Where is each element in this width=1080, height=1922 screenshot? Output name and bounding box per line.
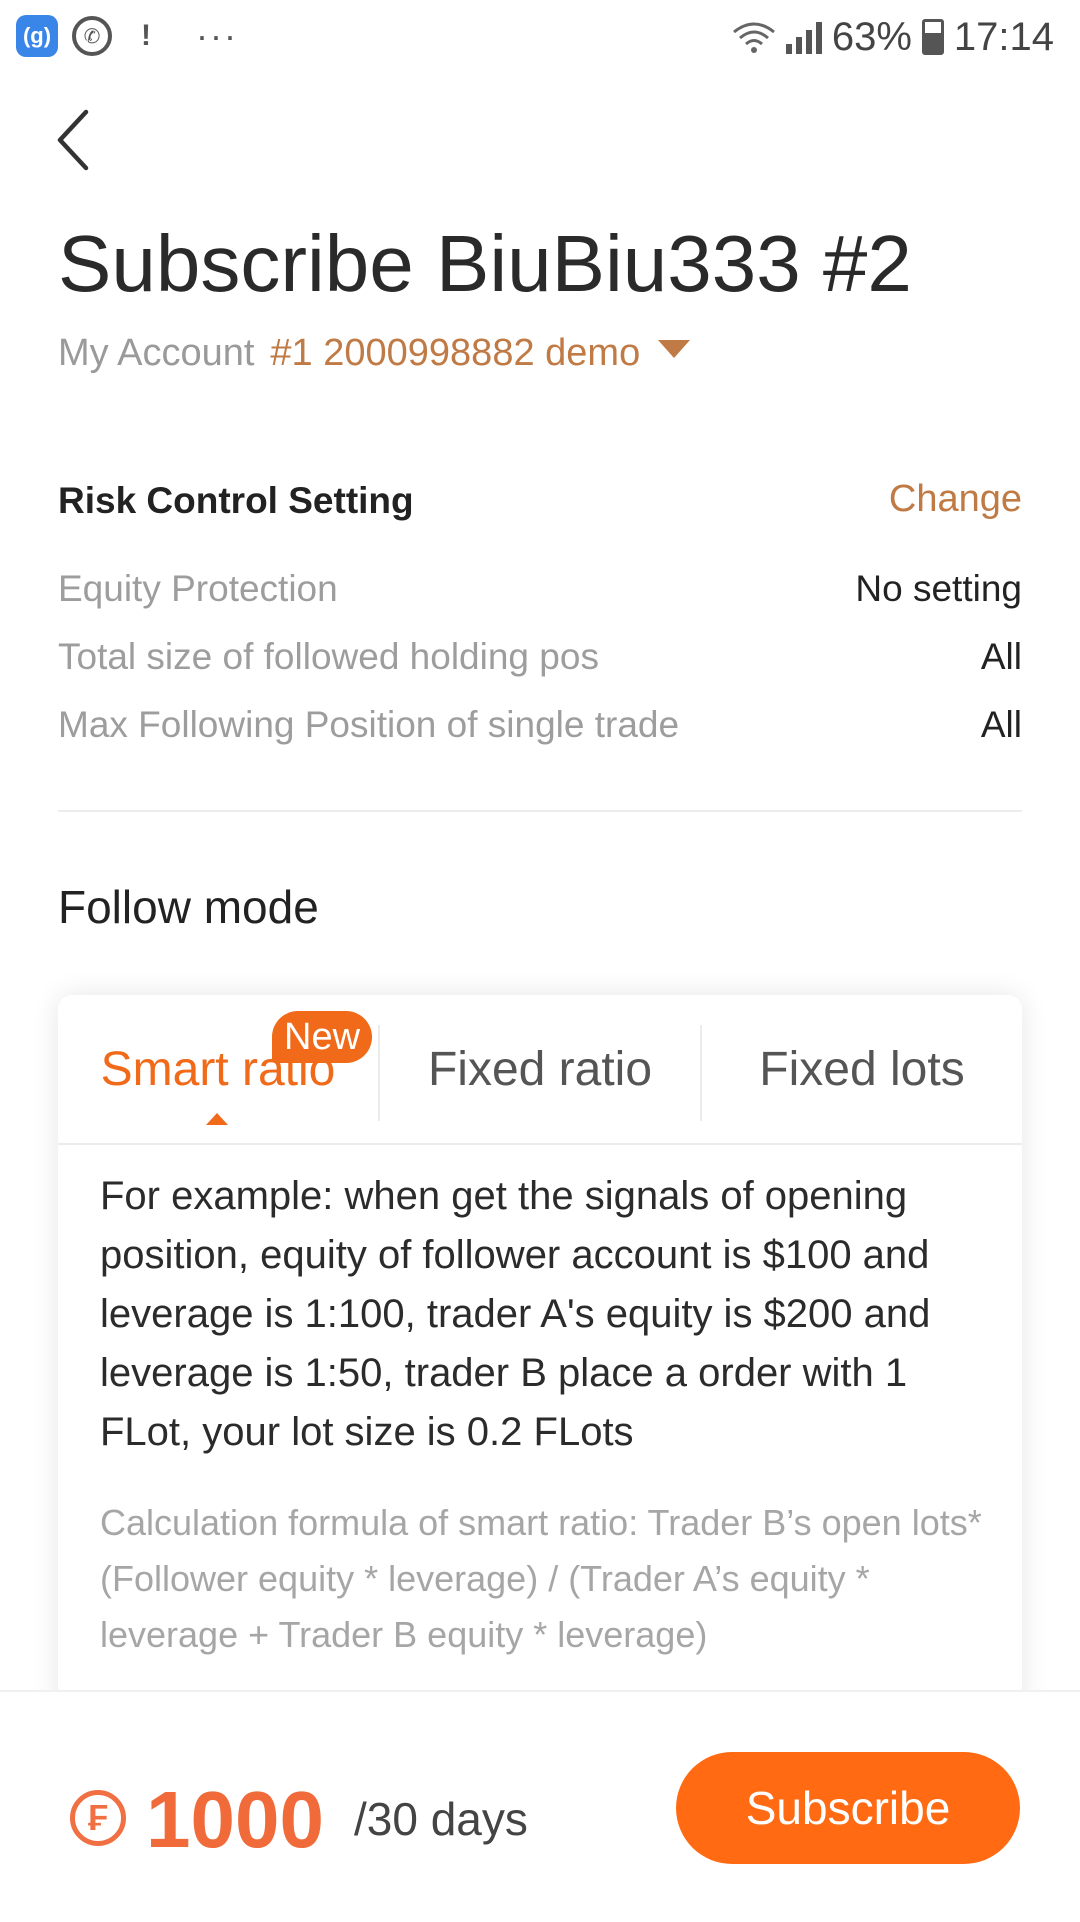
risk-row-max-following: Max Following Position of single trade A… [58,704,1022,746]
signal-icon [785,20,822,54]
risk-row-total-size: Total size of followed holding pos All [58,636,1022,678]
whatsapp-icon: ✆ [72,16,112,56]
follow-mode-title: Follow mode [58,881,319,933]
risk-row-label: Max Following Position of single trade [58,704,680,745]
notification-icon: ! [141,19,151,52]
status-bar: (g) ✆ ! ··· 63% 17:14 [0,0,1080,76]
risk-row-value: No setting [855,568,1022,609]
battery-icon [921,19,944,55]
account-value: #1 2000998882 demo [270,332,641,374]
account-label: My Account [58,332,255,374]
new-badge: New [272,1011,373,1063]
back-button[interactable] [44,100,100,180]
account-row: My Account #1 2000998882 demo [58,332,691,375]
wifi-icon [732,22,775,53]
risk-row-value: All [980,704,1022,745]
follow-mode-card: Smart ratio Fixed ratio Fixed lots New F… [58,995,1022,1735]
example-text: For example: when get the signals of ope… [100,1174,931,1454]
risk-control-title: Risk Control Setting [58,480,414,521]
tab-fixed-lots[interactable]: Fixed lots [702,995,1022,1143]
status-left: (g) ✆ ! ··· [16,14,238,58]
coin-icon: ₣ [70,1790,126,1846]
status-right: 63% 17:14 [732,12,1054,62]
battery-percent: 63% [831,14,912,59]
price-period: /30 days [354,1793,528,1845]
caret-down-icon [658,339,691,358]
follow-mode-tabs: Smart ratio Fixed ratio Fixed lots New [58,995,1022,1145]
bottom-bar: ₣ 1000 /30 days Subscribe [0,1690,1080,1922]
subscribe-button[interactable]: Subscribe [676,1752,1020,1864]
page-title: Subscribe BiuBiu333 #2 [58,219,912,308]
account-selector[interactable]: #1 2000998882 demo [270,332,691,375]
price: 1000 [146,1775,324,1864]
change-link[interactable]: Change [889,478,1022,521]
formula-text: Calculation formula of smart ratio: Trad… [100,1502,982,1655]
active-tab-indicator [206,1113,228,1125]
risk-row-label: Total size of followed holding pos [58,636,599,677]
risk-row-equity-protection: Equity Protection No setting [58,568,1022,610]
wifi-app-icon: (g) [16,15,58,57]
back-chevron-icon [57,109,89,171]
more-notifications-icon: ··· [196,15,238,56]
risk-row-value: All [980,636,1022,677]
clock: 17:14 [953,14,1054,59]
divider [58,810,1022,812]
risk-row-label: Equity Protection [58,568,338,609]
tab-fixed-ratio[interactable]: Fixed ratio [380,995,700,1143]
